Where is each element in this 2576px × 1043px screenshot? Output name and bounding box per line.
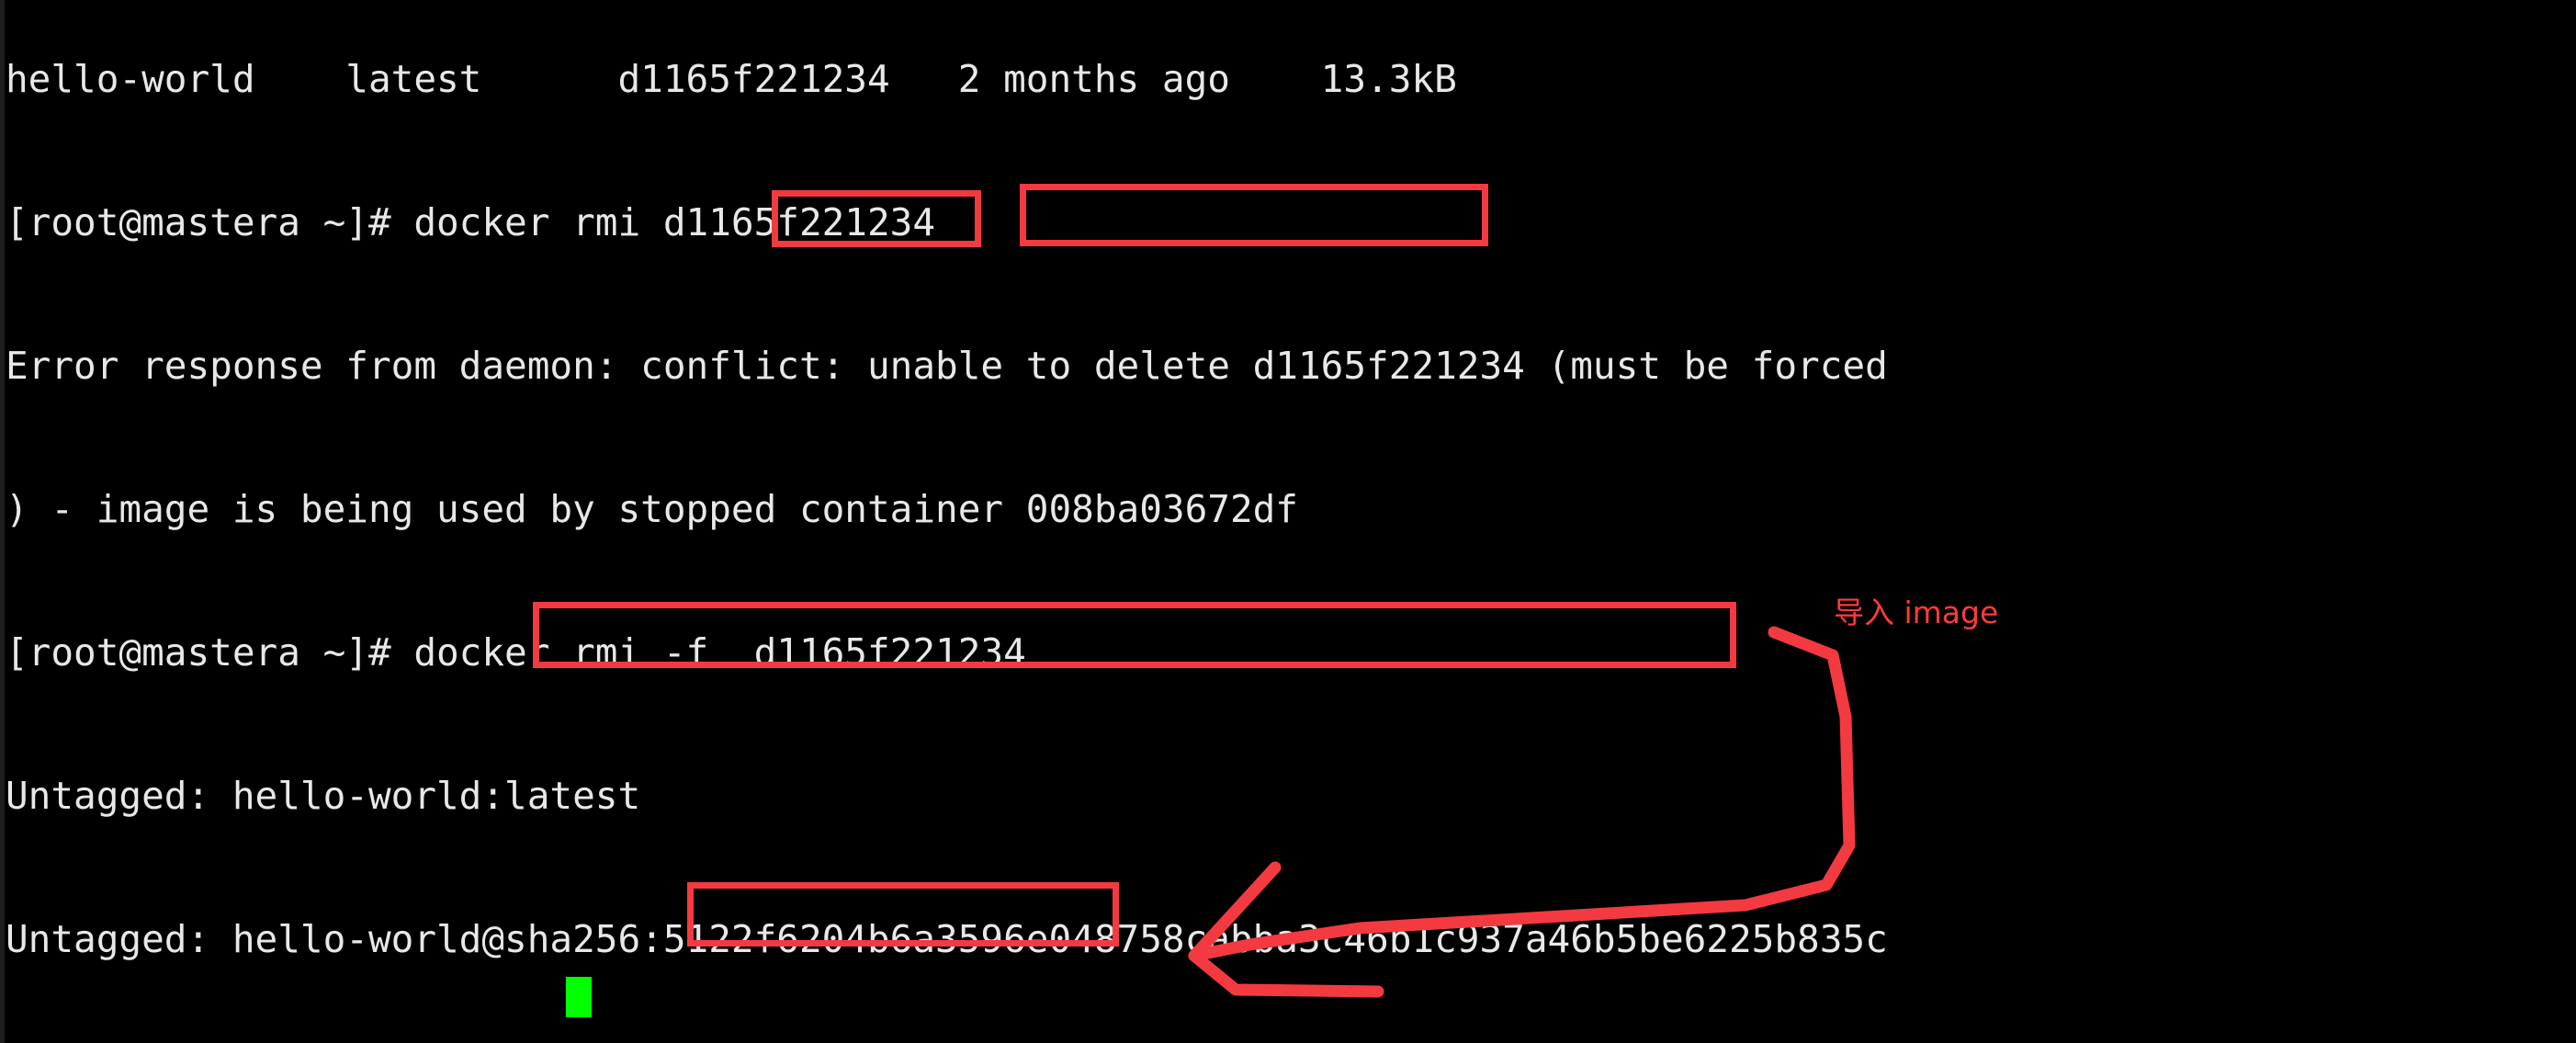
window-left-edge: [0, 0, 5, 1043]
terminal-line: Error response from daemon: conflict: un…: [6, 344, 1888, 388]
annotation-note-import-image: 导入 image: [1834, 595, 1999, 630]
terminal-line: [root@mastera ~]# docker rmi d1165f22123…: [6, 200, 936, 244]
terminal-line: Untagged: hello-world@sha256:5122f6204b6…: [6, 917, 1888, 961]
terminal-line: ) - image is being used by stopped conta…: [6, 487, 1298, 531]
terminal-window[interactable]: hello-world latest d1165f221234 2 months…: [0, 0, 2576, 1043]
terminal-line: [root@mastera ~]# docker rmi -f d1165f22…: [6, 630, 1026, 675]
terminal-cursor: [566, 977, 592, 1017]
terminal-line: hello-world latest d1165f221234 2 months…: [6, 57, 1457, 101]
terminal-output[interactable]: hello-world latest d1165f221234 2 months…: [6, 0, 2576, 1043]
terminal-line: Untagged: hello-world:latest: [6, 774, 641, 818]
